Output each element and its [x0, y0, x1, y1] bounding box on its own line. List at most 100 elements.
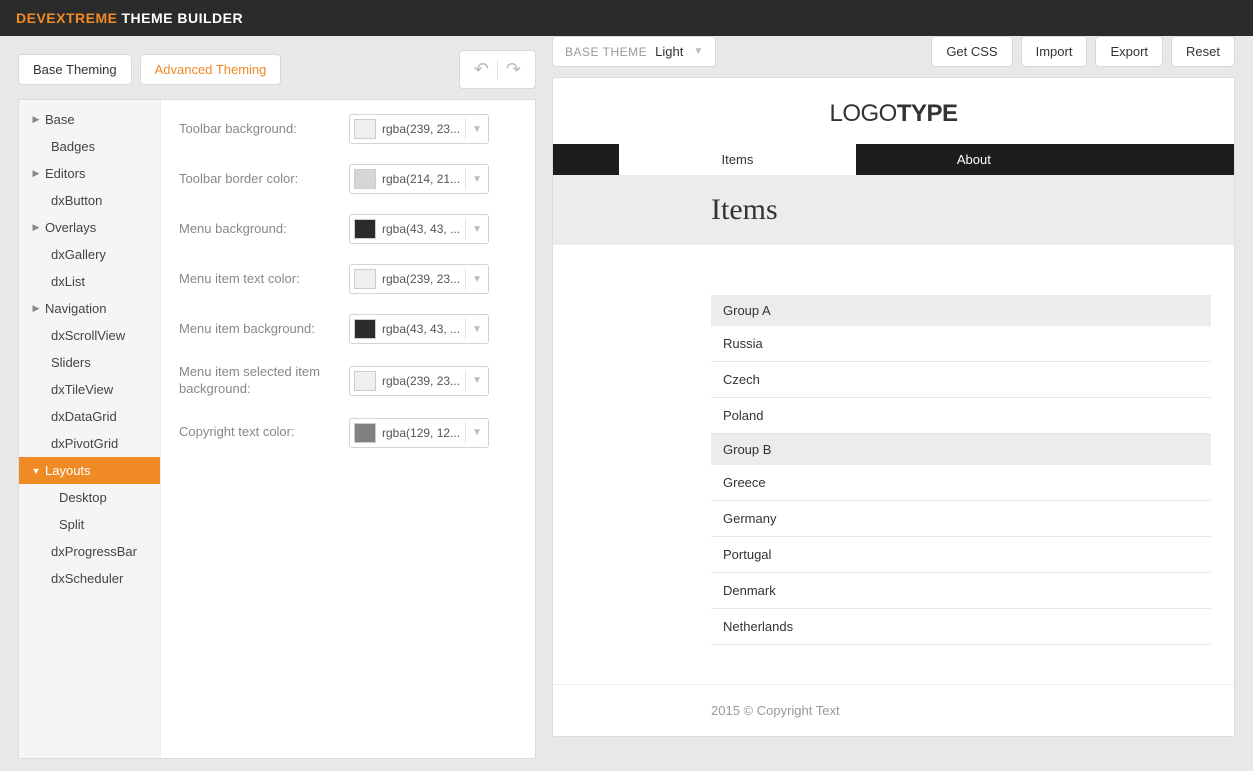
left-panel: ▶Base Badges ▶Editors dxButton ▶Overlays…: [18, 99, 536, 759]
sidebar-item-dxbutton[interactable]: dxButton: [19, 187, 160, 214]
sidebar-label: Overlays: [45, 220, 96, 235]
list-item[interactable]: Germany: [711, 501, 1211, 537]
sidebar-item-badges[interactable]: Badges: [19, 133, 160, 160]
prop-copyright-text-color: Copyright text color: rgba(129, 12... ▼: [179, 418, 517, 448]
prop-label: Toolbar background:: [179, 121, 349, 138]
sidebar-label: Editors: [45, 166, 85, 181]
color-picker[interactable]: rgba(43, 43, ... ▼: [349, 214, 489, 244]
color-picker[interactable]: rgba(43, 43, ... ▼: [349, 314, 489, 344]
chevron-down-icon: ▼: [465, 168, 482, 190]
redo-icon[interactable]: ↷: [500, 55, 527, 84]
sidebar-label: Sliders: [51, 355, 91, 370]
sidebar-item-layouts[interactable]: ▼ Layouts: [19, 457, 160, 484]
advanced-theming-button[interactable]: Advanced Theming: [140, 54, 282, 85]
sidebar-item-dxscrollview[interactable]: dxScrollView: [19, 322, 160, 349]
sidebar-item-dxtileview[interactable]: dxTileView: [19, 376, 160, 403]
sidebar-label: Layouts: [45, 463, 91, 478]
chevron-down-icon: ▼: [465, 268, 482, 290]
brand-themebuilder: THEME BUILDER: [121, 10, 243, 26]
prop-menu-background: Menu background: rgba(43, 43, ... ▼: [179, 214, 517, 244]
preview-tabs: Items About: [553, 144, 1234, 175]
prop-toolbar-border: Toolbar border color: rgba(214, 21... ▼: [179, 164, 517, 194]
color-value: rgba(239, 23...: [382, 122, 461, 136]
sidebar-item-dxpivotgrid[interactable]: dxPivotGrid: [19, 430, 160, 457]
chevron-down-icon: ▼: [31, 466, 41, 476]
sidebar-label: dxPivotGrid: [51, 436, 118, 451]
sidebar-label: dxButton: [51, 193, 102, 208]
sidebar-item-overlays[interactable]: ▶ Overlays: [19, 214, 160, 241]
copyright-text: 2015 © Copyright Text: [553, 684, 1234, 736]
sidebar-label: Navigation: [45, 301, 106, 316]
undo-icon[interactable]: ↶: [468, 55, 495, 84]
color-swatch: [354, 423, 376, 443]
chevron-down-icon: ▼: [465, 370, 482, 392]
sidebar-label: Base: [45, 112, 75, 127]
sidebar-item-navigation[interactable]: ▶ Navigation: [19, 295, 160, 322]
app-header: DEVEXTREME THEME BUILDER: [0, 0, 1253, 36]
list-item[interactable]: Netherlands: [711, 609, 1211, 645]
sidebar-label: dxList: [51, 274, 85, 289]
sidebar-item-dxprogressbar[interactable]: dxProgressBar: [19, 538, 160, 565]
preview-content: LOGOTYPE Items About Items Group A Russi…: [553, 78, 1234, 736]
chevron-down-icon: ▼: [465, 318, 482, 340]
color-value: rgba(43, 43, ...: [382, 322, 461, 336]
tab-left-spacer: [553, 144, 619, 175]
chevron-down-icon: ▼: [465, 218, 482, 240]
sidebar-item-desktop[interactable]: Desktop: [19, 484, 160, 511]
chevron-right-icon: ▶: [31, 114, 41, 125]
color-swatch: [354, 219, 376, 239]
prop-menu-item-selected-background: Menu item selected item background: rgba…: [179, 364, 517, 398]
color-swatch: [354, 319, 376, 339]
sidebar-item-base[interactable]: ▶ Base: [19, 106, 160, 133]
base-theming-button[interactable]: Base Theming: [18, 54, 132, 85]
get-css-button[interactable]: Get CSS: [931, 36, 1012, 67]
sidebar-item-editors[interactable]: ▶Editors: [19, 160, 160, 187]
logo-part2: TYPE: [897, 100, 958, 127]
history-group: ↶ ↷: [459, 50, 536, 89]
list-item[interactable]: Russia: [711, 326, 1211, 362]
logo: LOGOTYPE: [553, 78, 1234, 144]
color-picker[interactable]: rgba(239, 23... ▼: [349, 366, 489, 396]
import-button[interactable]: Import: [1021, 36, 1088, 67]
list-group-header: Group B: [711, 434, 1211, 465]
list-group-header: Group A: [711, 295, 1211, 326]
sidebar-label: dxDataGrid: [51, 409, 117, 424]
reset-button[interactable]: Reset: [1171, 36, 1235, 67]
sidebar-label: dxScheduler: [51, 571, 123, 586]
color-picker[interactable]: rgba(239, 23... ▼: [349, 114, 489, 144]
divider: [497, 60, 498, 80]
prop-label: Copyright text color:: [179, 424, 349, 441]
color-picker[interactable]: rgba(214, 21... ▼: [349, 164, 489, 194]
color-picker[interactable]: rgba(239, 23... ▼: [349, 264, 489, 294]
prop-label: Menu background:: [179, 221, 349, 238]
export-button[interactable]: Export: [1095, 36, 1163, 67]
list-item[interactable]: Czech: [711, 362, 1211, 398]
list-item[interactable]: Greece: [711, 465, 1211, 501]
list-item[interactable]: Portugal: [711, 537, 1211, 573]
tab-items[interactable]: Items: [619, 144, 855, 175]
list-item[interactable]: Denmark: [711, 573, 1211, 609]
action-buttons: Get CSS Import Export Reset: [931, 36, 1235, 67]
color-picker[interactable]: rgba(129, 12... ▼: [349, 418, 489, 448]
sidebar-item-dxdatagrid[interactable]: dxDataGrid: [19, 403, 160, 430]
chevron-right-icon: ▶: [31, 303, 41, 314]
chevron-right-icon: ▶: [31, 222, 41, 233]
color-value: rgba(239, 23...: [382, 374, 461, 388]
sidebar-item-dxscheduler[interactable]: dxScheduler: [19, 565, 160, 592]
sidebar-label: dxTileView: [51, 382, 113, 397]
base-theme-label: BASE THEME: [565, 45, 647, 59]
sidebar-item-dxgallery[interactable]: dxGallery: [19, 241, 160, 268]
sidebar-item-split[interactable]: Split: [19, 511, 160, 538]
tab-about[interactable]: About: [856, 144, 1092, 175]
sidebar-label: dxGallery: [51, 247, 106, 262]
base-theme-value: Light: [655, 44, 683, 59]
color-swatch: [354, 371, 376, 391]
sidebar-item-dxlist[interactable]: dxList: [19, 268, 160, 295]
sidebar-item-sliders[interactable]: Sliders: [19, 349, 160, 376]
tab-right-spacer: [1092, 144, 1234, 175]
list-item[interactable]: Poland: [711, 398, 1211, 434]
prop-menu-item-background: Menu item background: rgba(43, 43, ... ▼: [179, 314, 517, 344]
base-theme-select[interactable]: BASE THEME Light ▼: [552, 36, 716, 67]
brand-devextreme: DEVEXTREME: [16, 10, 117, 26]
color-swatch: [354, 269, 376, 289]
